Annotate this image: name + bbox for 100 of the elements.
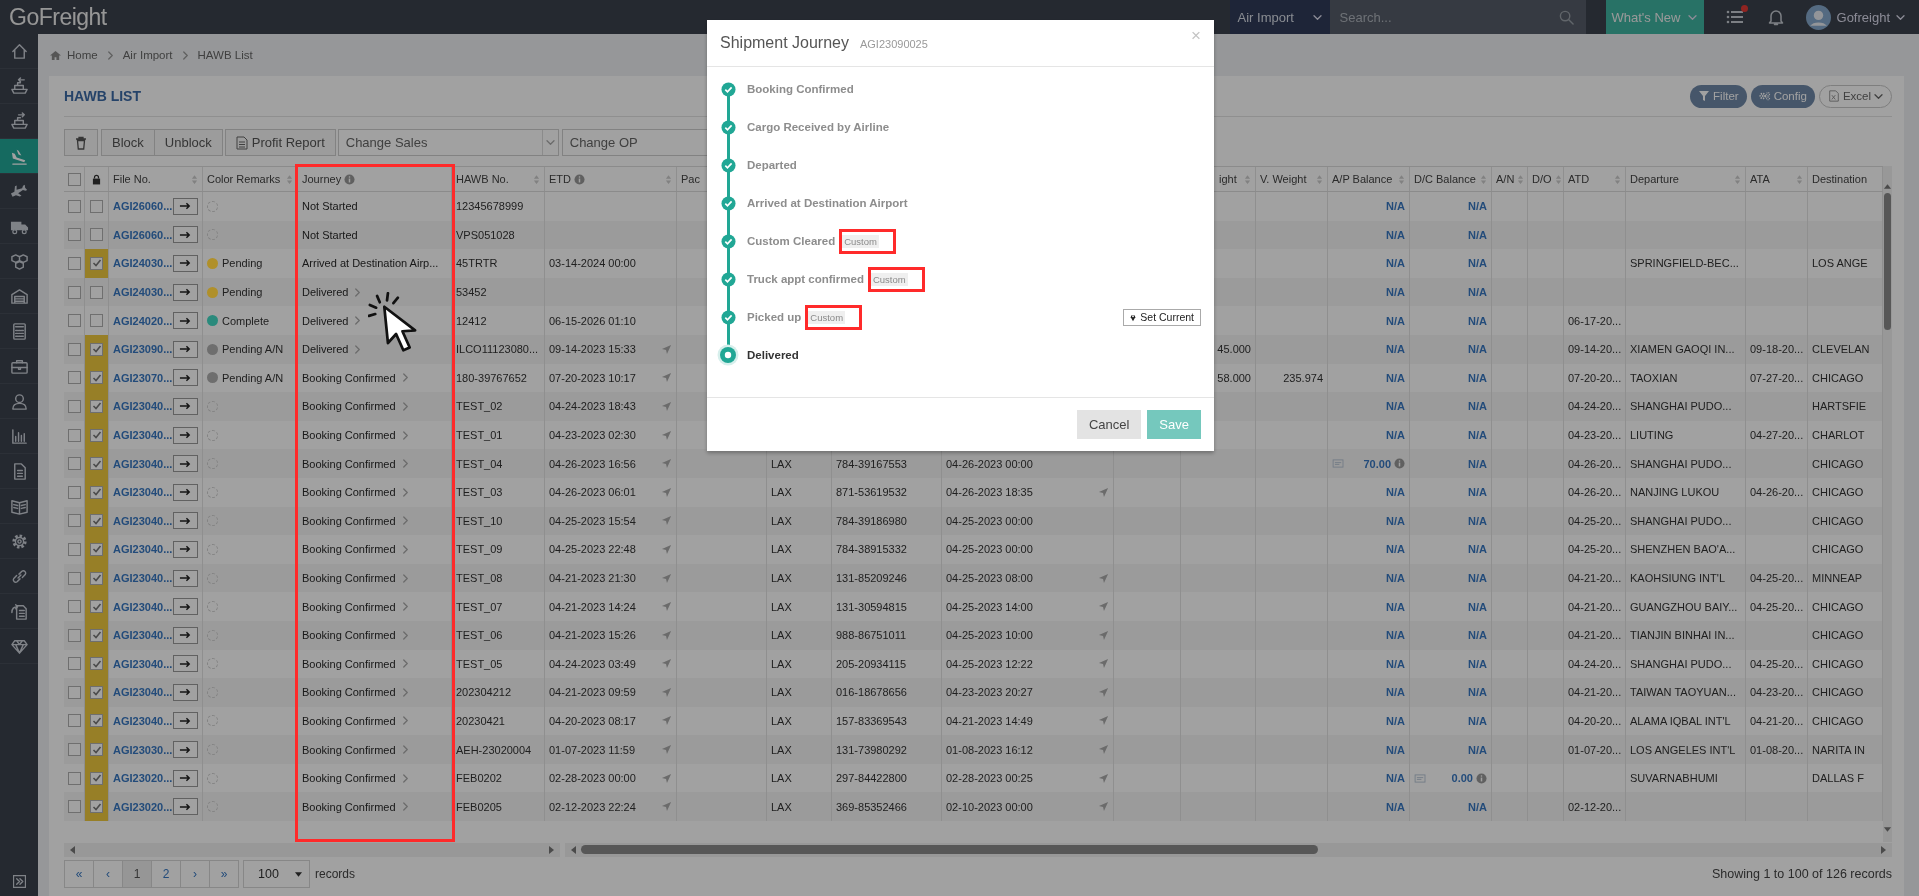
table-cell: 202304212 xyxy=(452,678,545,707)
table-cell: 04-24-2023 18:43 xyxy=(549,400,636,413)
table-cell: 02-12-20... xyxy=(1564,792,1626,822)
breadcrumb-current: HAWB List xyxy=(197,49,253,61)
step-label: Arrived at Destination Airport xyxy=(747,197,908,209)
table-cell: SHANGHAI PUDO... xyxy=(1626,392,1746,421)
table-cell: 04-21-2023 15:26 xyxy=(549,629,636,642)
table-cell: 784-38915332 xyxy=(832,535,942,564)
table-cell: 02-12-2023 22:24 xyxy=(549,800,636,813)
modal-title: Shipment Journey xyxy=(720,34,849,52)
table-cell: AEH-23020004 xyxy=(452,735,545,764)
table-cell: 04-21-20... xyxy=(1564,592,1626,621)
column-label: D/C Balance xyxy=(1414,173,1476,185)
table-cell: 06-17-20... xyxy=(1564,306,1626,335)
table-cell: 04-26-2023 00:00 xyxy=(946,457,1033,470)
table-cell: TIANJIN BINHAI IN... xyxy=(1626,620,1746,650)
table-cell: 03-14-2024 00:00 xyxy=(549,257,636,270)
table-cell: 09-14-2023 15:33 xyxy=(549,343,636,356)
table-cell: 12412 xyxy=(452,306,545,335)
table-cell: LAX xyxy=(767,735,832,764)
table-cell: 016-18678656 xyxy=(832,678,942,707)
table-cell: 369-85352466 xyxy=(832,792,942,822)
table-cell: LAX xyxy=(767,535,832,564)
table-cell: 04-20-2023 08:17 xyxy=(549,715,636,727)
table-cell: 02-28-2023 00:25 xyxy=(946,772,1033,785)
records-summary: Showing 1 to 100 of 126 records xyxy=(1712,867,1892,881)
reference-number: AGI23090025 xyxy=(859,38,928,50)
table-cell: 04-26-20... xyxy=(1564,449,1626,478)
table-cell: 04-23-2023 20:27 xyxy=(946,686,1033,699)
table-cell: LAX xyxy=(767,792,832,822)
table-cell: TEST_06 xyxy=(452,620,545,650)
remark-label: Pending xyxy=(222,286,263,299)
custom-tag: Custom xyxy=(870,272,908,286)
column-label: Destination xyxy=(1812,173,1868,185)
table-cell: 871-53619532 xyxy=(832,477,942,507)
table-cell: 04-25-2023 14:00 xyxy=(946,600,1033,613)
remark-label: Pending xyxy=(222,257,263,270)
column-label: ATD xyxy=(1568,173,1590,185)
table-cell: 06-15-2026 01:10 xyxy=(549,314,636,327)
logo: GoFreight xyxy=(8,3,107,31)
column-label: ATA xyxy=(1750,173,1770,185)
column-label: Departure xyxy=(1630,173,1679,185)
table-cell: 04-21-2023 14:49 xyxy=(946,715,1033,727)
table-cell: 04-23-20... xyxy=(1746,678,1808,707)
step-label: Booking Confirmed xyxy=(747,83,854,95)
column-label: A/N xyxy=(1496,173,1515,185)
table-cell: TEST_04 xyxy=(452,449,545,478)
table-cell: FEB0205 xyxy=(452,792,545,822)
table-cell: TEST_02 xyxy=(452,392,545,421)
step-label: Custom Cleared xyxy=(747,235,836,247)
table-cell: 04-26-2023 18:35 xyxy=(946,486,1033,499)
table-cell: 01-08-20... xyxy=(1746,735,1808,764)
table-cell: 04-25-20... xyxy=(1564,535,1626,564)
table-cell: 04-25-2023 00:00 xyxy=(946,543,1033,556)
table-cell: TAIWAN TAOYUAN... xyxy=(1626,678,1746,707)
table-cell: 131-73980292 xyxy=(832,735,942,764)
table-cell: 04-26-2023 16:56 xyxy=(549,457,636,470)
column-label: D/O xyxy=(1532,173,1552,185)
table-cell: LAX xyxy=(767,678,832,707)
table-cell: LAX xyxy=(767,592,832,621)
column-label: Color Remarks xyxy=(207,173,281,185)
table-cell: 09-18-20... xyxy=(1746,334,1808,364)
table-cell: 04-25-2023 12:22 xyxy=(946,657,1033,670)
table-cell: 02-28-2023 00:00 xyxy=(549,772,636,785)
table-cell: LAX xyxy=(767,477,832,507)
table-cell: XIAMEN GAOQI IN... xyxy=(1626,334,1746,364)
table-cell: 12345678999 xyxy=(452,192,545,221)
table-cell: 988-86751011 xyxy=(832,620,942,650)
table-cell: 04-25-20... xyxy=(1746,592,1808,621)
table-cell: 45TRTR xyxy=(452,249,545,278)
step-label: Truck appt confirmed xyxy=(747,273,864,285)
column-label: ight xyxy=(1219,173,1237,185)
column-label: Journey xyxy=(302,173,342,185)
table-cell: 04-26-2023 06:01 xyxy=(549,486,636,499)
table-cell: 04-25-2023 15:54 xyxy=(549,514,636,527)
table-cell: 01-07-2023 11:59 xyxy=(549,743,636,756)
table-cell: LAX xyxy=(767,620,832,650)
table-cell: 04-21-2023 14:24 xyxy=(549,600,636,613)
table-cell: TEST_07 xyxy=(452,592,545,621)
table-cell: LOS ANGELES INT'L xyxy=(1626,735,1746,764)
column-label: HAWB No. xyxy=(456,173,509,185)
table-cell: 04-23-2023 02:30 xyxy=(549,429,636,442)
column-label: Pac xyxy=(681,173,700,185)
table-cell: 04-21-20... xyxy=(1564,678,1626,707)
table-cell: 04-21-2023 09:59 xyxy=(549,686,636,699)
table-cell: 04-26-20... xyxy=(1746,477,1808,507)
table-cell: TEST_03 xyxy=(452,477,545,507)
table-cell: 04-26-20... xyxy=(1564,477,1626,507)
column-label: V. Weight xyxy=(1260,173,1307,185)
table-cell: 02-10-2023 00:00 xyxy=(946,800,1033,813)
remark-label: Pending A/N xyxy=(222,371,284,384)
step-label: Delivered xyxy=(747,349,799,361)
table-cell: 131-30594815 xyxy=(832,592,942,621)
step-label: Picked up xyxy=(747,311,802,323)
table-cell: 04-21-20... xyxy=(1564,620,1626,650)
table-cell: 04-24-20... xyxy=(1564,392,1626,421)
page-size-label: records xyxy=(315,867,355,881)
column-label: A/P Balance xyxy=(1332,173,1393,185)
table-cell: SHANGHAI PUDO... xyxy=(1626,449,1746,478)
table-cell: 01-07-20... xyxy=(1564,735,1626,764)
